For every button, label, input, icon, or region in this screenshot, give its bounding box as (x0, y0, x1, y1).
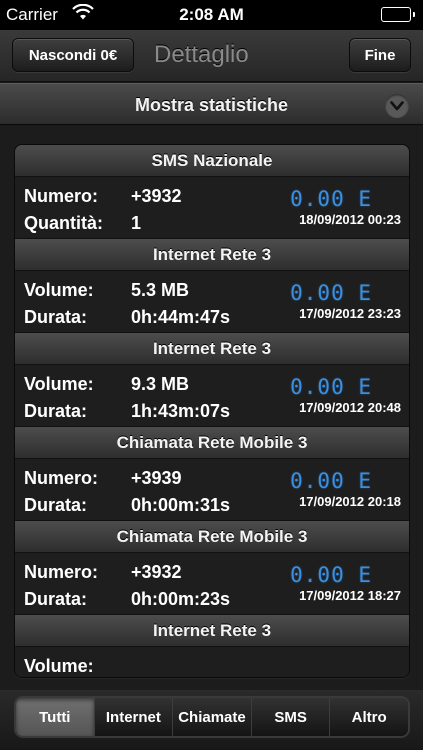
chevron-down-icon[interactable] (385, 94, 409, 118)
entry-cost: 0.00 E (290, 281, 372, 305)
entries-list: SMS Nazionale Numero: +3932 Quantità: 1 … (14, 144, 410, 678)
entry-key-2: Durata: (24, 589, 88, 609)
show-statistics-label: Mostra statistiche (134, 95, 289, 115)
entry-key-1: Volume: (24, 374, 94, 394)
section-header: Chiamata Rete Mobile 3 (15, 521, 409, 553)
entry-value-2: 0h:00m:23s (131, 589, 231, 609)
tab-chiamate[interactable]: Chiamate (172, 698, 251, 736)
entry-value-1: +3939 (131, 468, 182, 488)
entry-key-2: Durata: (24, 307, 88, 327)
page-title: Dettaglio (154, 41, 249, 68)
section-header: Internet Rete 3 (15, 615, 409, 647)
show-statistics-bar[interactable]: Mostra statistiche (0, 83, 423, 125)
entry-date: 17/09/2012 18:27 (299, 588, 401, 603)
tab-altro[interactable]: Altro (329, 698, 408, 736)
entry-date: 17/09/2012 20:18 (299, 494, 401, 509)
entry-value-2: 0h:00m:31s (131, 495, 231, 515)
list-item[interactable]: Numero: +3932 Quantità: 1 0.00 E 18/09/2… (15, 177, 409, 239)
list-item[interactable]: Numero: +3939 Durata: 0h:00m:31s 0.00 E … (15, 459, 409, 521)
hide-costs-button[interactable]: Nascondi 0€ (12, 38, 134, 72)
list-item[interactable]: Volume: 5.3 MB Durata: 0h:44m:47s 0.00 E… (15, 271, 409, 333)
navigation-bar: Nascondi 0€ Dettaglio Fine (0, 30, 423, 82)
entry-key-1: Volume: (24, 280, 94, 300)
entry-cost: 0.00 E (290, 563, 372, 587)
entry-cost: 0.00 E (290, 469, 372, 493)
tab-tutti[interactable]: Tutti (16, 698, 94, 736)
entry-value-1: 5.3 MB (131, 280, 190, 300)
entry-value-2: 0h:44m:47s (131, 307, 231, 327)
status-bar: Carrier 2:08 AM (0, 0, 423, 30)
section-header: Chiamata Rete Mobile 3 (15, 427, 409, 459)
section-header: SMS Nazionale (15, 145, 409, 177)
battery-icon (381, 7, 415, 22)
entry-value-1: 9.3 MB (131, 374, 190, 394)
filter-bar: Tutti Internet Chiamate SMS Altro (0, 690, 423, 750)
entry-key-1: Volume: (24, 656, 94, 676)
entry-value-2: 1h:43m:07s (131, 401, 231, 421)
entry-value-1: +3932 (131, 186, 182, 206)
entry-value-1: +3932 (131, 562, 182, 582)
list-item[interactable]: Volume: 9.3 MB Durata: 1h:43m:07s 0.00 E… (15, 365, 409, 427)
status-time: 2:08 AM (179, 5, 244, 24)
entry-key-1: Numero: (24, 468, 99, 488)
tab-internet[interactable]: Internet (93, 698, 173, 736)
entry-date: 17/09/2012 20:48 (299, 400, 401, 415)
entry-date: 18/09/2012 00:23 (299, 212, 401, 227)
entry-key-2: Durata: (24, 495, 88, 515)
list-item[interactable]: Volume: (15, 647, 409, 677)
entry-key-1: Numero: (24, 186, 99, 206)
tab-sms[interactable]: SMS (250, 698, 330, 736)
entries-scroll-area[interactable]: SMS Nazionale Numero: +3932 Quantità: 1 … (0, 126, 423, 690)
section-header: Internet Rete 3 (15, 239, 409, 271)
entry-key-1: Numero: (24, 562, 99, 582)
entry-date: 17/09/2012 23:23 (299, 306, 401, 321)
entry-value-2: 1 (131, 213, 142, 233)
entry-cost: 0.00 E (290, 375, 372, 399)
list-item[interactable]: Numero: +3932 Durata: 0h:00m:23s 0.00 E … (15, 553, 409, 615)
section-header: Internet Rete 3 (15, 333, 409, 365)
entry-key-2: Quantità: (24, 213, 103, 233)
done-button[interactable]: Fine (349, 38, 411, 72)
entry-key-2: Durata: (24, 401, 88, 421)
entry-cost: 0.00 E (290, 187, 372, 211)
filter-segmented-control: Tutti Internet Chiamate SMS Altro (14, 696, 410, 738)
